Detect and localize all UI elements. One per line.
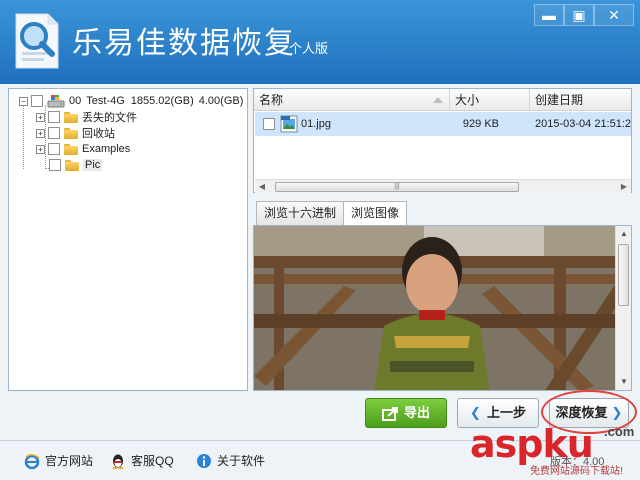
file-row[interactable]: 01.jpg 929 KB 2015-03-04 21:51:2 <box>255 112 631 136</box>
app-logo-icon <box>15 13 59 69</box>
drive-size-volume: 4.00(GB) <box>198 95 244 107</box>
info-icon <box>197 454 211 468</box>
folder-tree: − 00 Test-4G 1855.02(GB) 4.00(GB) + 丢失的文… <box>8 88 248 391</box>
folder-icon <box>65 159 79 171</box>
file-list: 名称 大小 创建日期 01.jpg 929 KB 2015-03-04 21:5… <box>253 88 632 193</box>
export-icon <box>381 406 398 421</box>
tree-item-pic[interactable]: Pic <box>49 157 103 173</box>
expand-icon[interactable]: + <box>36 128 45 138</box>
item-checkbox[interactable] <box>48 127 60 139</box>
previous-step-label: 上一步 <box>486 405 526 420</box>
folder-icon <box>64 127 78 139</box>
title-bar: 乐易佳数据恢复 个人版 ▬ ▣ ✕ <box>0 0 640 84</box>
column-size-label: 大小 <box>455 93 480 107</box>
column-name[interactable]: 名称 <box>254 89 450 111</box>
drive-index: 00 <box>69 95 82 107</box>
drive-size-total: 1855.02(GB) <box>130 95 194 107</box>
drive-checkbox[interactable] <box>31 95 43 107</box>
expand-icon[interactable]: + <box>36 144 45 154</box>
file-size: 929 KB <box>462 118 499 130</box>
item-checkbox[interactable] <box>48 143 60 155</box>
drive-icon <box>47 95 65 108</box>
scroll-right-icon[interactable]: ▶ <box>617 180 631 194</box>
column-name-label: 名称 <box>259 93 284 107</box>
file-list-header: 名称 大小 创建日期 <box>254 89 631 111</box>
vertical-scrollbar[interactable]: ▲ ▼ <box>615 226 631 390</box>
scroll-thumb[interactable]: ||| <box>275 182 519 192</box>
support-qq-label: 客服QQ <box>131 454 174 468</box>
file-date: 2015-03-04 21:51:2 <box>535 118 631 130</box>
tree-connector <box>23 105 24 169</box>
official-site-label: 官方网站 <box>45 454 94 468</box>
close-button[interactable]: ✕ <box>594 4 634 26</box>
column-created[interactable]: 创建日期 <box>530 89 631 111</box>
image-preview: ▲ ▼ <box>253 225 632 391</box>
client-area: − 00 Test-4G 1855.02(GB) 4.00(GB) + 丢失的文… <box>0 84 640 480</box>
file-name: 01.jpg <box>301 118 331 130</box>
tree-row-drive[interactable]: − 00 Test-4G 1855.02(GB) 4.00(GB) <box>19 93 243 109</box>
item-checkbox[interactable] <box>48 111 60 123</box>
tree-item-label: 丢失的文件 <box>82 112 137 124</box>
tree-item-label: 回收站 <box>82 128 115 140</box>
scroll-down-icon[interactable]: ▼ <box>616 374 631 390</box>
scroll-up-icon[interactable]: ▲ <box>616 226 631 242</box>
tree-item-lost-files[interactable]: + 丢失的文件 <box>36 109 137 125</box>
scroll-thumb[interactable] <box>618 244 629 306</box>
preview-photo <box>254 226 631 390</box>
file-checkbox[interactable] <box>263 118 275 130</box>
scroll-left-icon[interactable]: ◀ <box>255 180 269 194</box>
column-created-label: 创建日期 <box>535 93 584 107</box>
column-size[interactable]: 大小 <box>450 89 530 111</box>
item-checkbox[interactable] <box>49 159 61 171</box>
tab-image-view[interactable]: 浏览图像 <box>343 201 408 226</box>
expand-icon[interactable]: + <box>36 112 45 122</box>
chevron-left-icon: ❮ <box>470 405 481 420</box>
about-label: 关于软件 <box>217 454 266 468</box>
about-link[interactable]: 关于软件 <box>196 453 265 469</box>
app-title: 乐易佳数据恢复 <box>72 26 296 61</box>
export-label: 导出 <box>403 405 430 420</box>
tab-hex-view[interactable]: 浏览十六进制 <box>256 201 345 225</box>
restore-button[interactable]: ▣ <box>564 4 594 26</box>
jpg-file-icon <box>280 115 298 133</box>
watermark-subtitle: 免费网站源码下载站! <box>530 466 623 477</box>
horizontal-scrollbar[interactable]: ◀ ||| ▶ <box>255 179 631 193</box>
minimize-button[interactable]: ▬ <box>534 4 564 26</box>
watermark-brand: aspku <box>470 422 594 466</box>
watermark-domain: .com <box>604 424 635 439</box>
sort-arrow-icon <box>433 97 443 103</box>
qq-penguin-icon <box>112 454 124 469</box>
tree-item-recycle-bin[interactable]: + 回收站 <box>36 125 115 141</box>
edition-label: 个人版 <box>289 41 329 56</box>
tree-item-examples[interactable]: + Examples <box>36 141 130 157</box>
collapse-icon[interactable]: − <box>19 96 28 106</box>
support-qq-link[interactable]: 客服QQ <box>110 453 174 469</box>
official-site-link[interactable]: 官方网站 <box>24 453 93 469</box>
ie-icon <box>24 454 40 469</box>
tree-item-label: Pic <box>83 159 103 171</box>
folder-icon <box>64 111 78 123</box>
export-button[interactable]: 导出 <box>365 398 447 428</box>
folder-icon <box>64 143 78 155</box>
drive-name: Test-4G <box>86 95 125 107</box>
tree-item-label: Examples <box>82 143 131 155</box>
